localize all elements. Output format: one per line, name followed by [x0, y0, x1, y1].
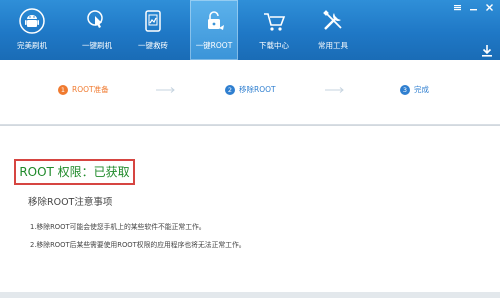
- minimize-button[interactable]: [467, 2, 480, 12]
- arrow-right-icon: [156, 87, 175, 93]
- steps-bar: 1 ROOT准备 2 移除ROOT 3 完成: [0, 45, 500, 125]
- root-status: ROOT 权限：已获取: [19, 165, 130, 179]
- lock-icon: [208, 11, 224, 30]
- step-complete: 3 完成: [400, 84, 429, 95]
- nav-label: 下载中心: [259, 41, 289, 50]
- nav-one-click-flash[interactable]: 一键刷机: [75, 0, 119, 60]
- nav-download-center[interactable]: 下载中心: [252, 0, 296, 60]
- nav-label: 一键ROOT: [195, 41, 233, 50]
- minimize-icon: [470, 8, 477, 10]
- nav-common-tools[interactable]: 常用工具: [311, 0, 355, 60]
- notice-item: 2.移除ROOT后某些需要使用ROOT权限的应用程序也将无法正常工作。: [30, 241, 246, 249]
- nav-label: 完美刷机: [17, 41, 47, 50]
- tools-icon: [323, 10, 342, 30]
- phone-rescue-icon: [145, 10, 161, 32]
- window-controls: [451, 2, 496, 12]
- status-strip: [0, 292, 500, 298]
- notice-title: 移除ROOT注意事项: [28, 197, 113, 208]
- nav-one-click-root[interactable]: 一键ROOT: [190, 0, 238, 60]
- step-label: ROOT准备: [72, 85, 109, 94]
- top-toolbar: 完美刷机 一键刷机 一键救砖 一键ROOT 下载中心 常用工具: [0, 0, 500, 60]
- nav-label: 一键救砖: [138, 41, 168, 50]
- settings-button[interactable]: [451, 2, 464, 12]
- step-number: 3: [400, 84, 410, 95]
- settings-icon: [454, 4, 461, 10]
- nav-one-click-rescue[interactable]: 一键救砖: [131, 0, 175, 60]
- nav-perfect-flash[interactable]: 完美刷机: [10, 0, 54, 60]
- notice-item: 1.移除ROOT可能会使您手机上的某些软件不能正常工作。: [30, 223, 206, 231]
- cart-icon: [264, 13, 286, 31]
- nav-label: 一键刷机: [82, 41, 112, 50]
- step-root-prepare: 1 ROOT准备: [58, 84, 109, 95]
- download-icon[interactable]: [480, 44, 494, 58]
- close-button[interactable]: [483, 2, 496, 12]
- step-label: 移除ROOT: [239, 85, 276, 94]
- nav-label: 常用工具: [318, 41, 348, 50]
- main-panel: ROOT 权限：已获取 移除ROOT注意事项 1.移除ROOT可能会使您手机上的…: [0, 125, 500, 298]
- step-number: 1: [58, 84, 68, 95]
- android-icon: [19, 8, 45, 34]
- step-label: 完成: [414, 85, 429, 94]
- step-number: 2: [225, 84, 235, 95]
- close-icon: [486, 3, 493, 11]
- step-remove-root: 2 移除ROOT: [225, 84, 276, 95]
- arrow-right-icon: [325, 87, 344, 93]
- touch-phone-icon: [87, 10, 103, 28]
